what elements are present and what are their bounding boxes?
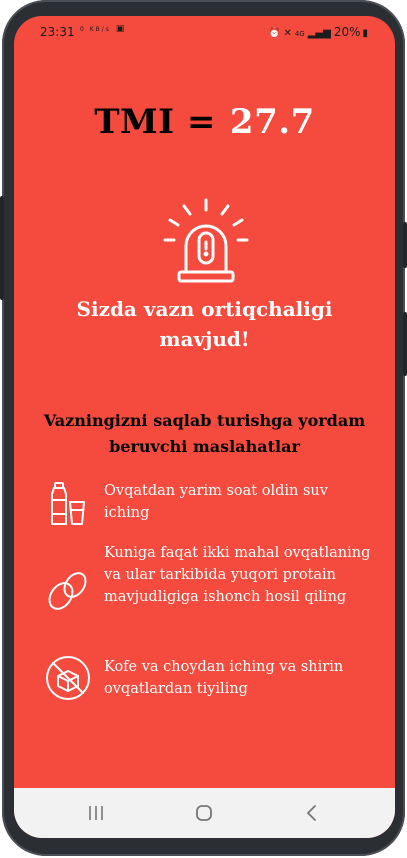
image-icon: ▣ [115, 24, 127, 34]
bmi-result: TMI = 27.7 [14, 102, 395, 142]
side-button-left [0, 196, 4, 300]
status-right-icons: ⏰ ✕ 4G ▂▄▆ 20% ▮ [268, 25, 371, 39]
signal-icon: ▂▄▆ [307, 28, 331, 39]
bmi-value: 27.7 [229, 102, 315, 142]
tip-item-water: Ovqatdan yarim soat oldin suv iching [44, 478, 374, 538]
alarm-siren-icon [163, 198, 249, 283]
alarm-clock-icon: ⏰ [268, 28, 281, 39]
mute-icon: ✕ [283, 28, 292, 39]
tip-item-sugar: Kofe va choydan iching va shirin ovqatla… [44, 654, 374, 714]
status-bar: 23:31 0 KB/s ▣ ⏰ ✕ 4G ▂▄▆ 20% ▮ [14, 16, 395, 48]
battery-percent: 20% [333, 25, 361, 39]
status-left-icons: 0 KB/s ▣ [80, 24, 126, 34]
tip-text: Ovqatdan yarim soat oldin suv iching [104, 483, 328, 521]
tip-text: Kuniga faqat ikki mahal ovqatlaning va u… [104, 545, 371, 605]
side-button-right-upper [403, 222, 407, 268]
data-speed-icon: 0 KB/s [80, 26, 111, 33]
back-icon[interactable] [292, 799, 332, 827]
weight-status-message: Sizda vazn ortiqchaligi mavjud! [76, 297, 333, 351]
water-bottle-glass-icon [51, 482, 85, 525]
recent-apps-icon[interactable] [76, 799, 116, 827]
bmi-label: TMI = [94, 102, 216, 142]
no-sugar-icon [46, 656, 90, 700]
network-type-icon: 4G [294, 30, 305, 38]
eggs-icon [48, 572, 87, 610]
side-button-right-lower [403, 312, 407, 376]
tips-heading: Vazningizni saqlab turishga yordam beruv… [43, 411, 366, 456]
battery-icon: ▮ [362, 28, 368, 39]
tip-item-eggs: Kuniga faqat ikki mahal ovqatlaning va u… [44, 540, 374, 640]
tip-text: Kofe va choydan iching va shirin ovqatla… [104, 659, 344, 697]
app-screen: 23:31 0 KB/s ▣ ⏰ ✕ 4G ▂▄▆ 20% ▮ TMI = 27.7 Siz… [14, 16, 395, 838]
system-navigation-bar [14, 788, 395, 838]
home-icon[interactable] [184, 799, 224, 827]
status-time: 23:31 [40, 25, 75, 39]
